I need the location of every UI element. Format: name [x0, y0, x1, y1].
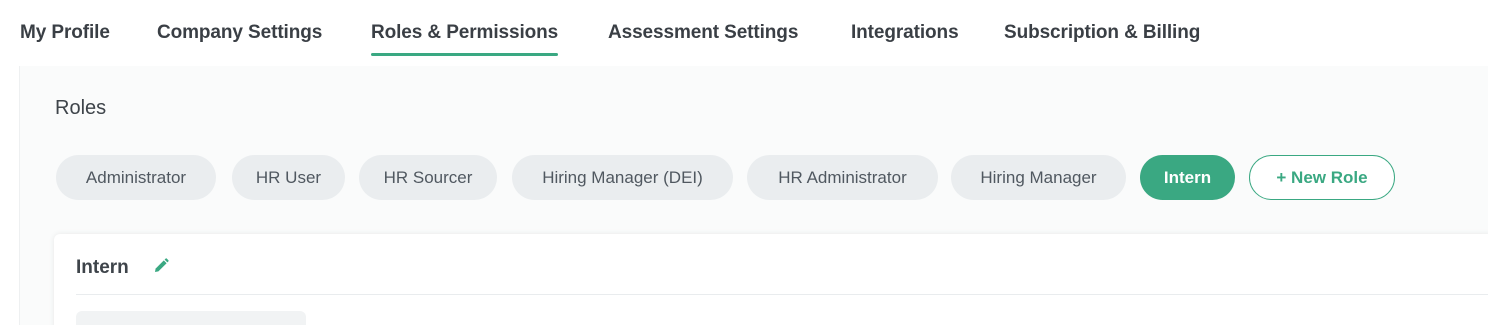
tab-integrations[interactable]: Integrations	[851, 22, 959, 44]
card-content-placeholder	[76, 311, 306, 325]
tab-subscription-billing[interactable]: Subscription & Billing	[1004, 22, 1200, 44]
tab-assessment-settings[interactable]: Assessment Settings	[608, 22, 798, 44]
role-chip-intern[interactable]: Intern	[1140, 155, 1235, 200]
card-divider	[76, 294, 1488, 295]
role-chip-hr-administrator[interactable]: HR Administrator	[747, 155, 938, 200]
pencil-icon[interactable]	[151, 256, 171, 276]
role-chip-hr-user[interactable]: HR User	[232, 155, 345, 200]
settings-tabs: My Profile Company Settings Roles & Perm…	[0, 0, 1488, 64]
role-chip-hr-sourcer[interactable]: HR Sourcer	[359, 155, 497, 200]
settings-page: My Profile Company Settings Roles & Perm…	[0, 0, 1488, 325]
roles-panel: Roles Administrator HR User HR Sourcer H…	[19, 66, 1488, 325]
role-chip-hiring-manager-dei[interactable]: Hiring Manager (DEI)	[512, 155, 733, 200]
tab-my-profile[interactable]: My Profile	[20, 22, 110, 44]
role-chip-administrator[interactable]: Administrator	[56, 155, 216, 200]
role-detail-card: Intern	[54, 234, 1488, 325]
tab-company-settings[interactable]: Company Settings	[157, 22, 322, 44]
new-role-button[interactable]: + New Role	[1249, 155, 1395, 200]
role-card-title: Intern	[76, 257, 129, 278]
roles-section-title: Roles	[55, 97, 107, 119]
role-chip-hiring-manager[interactable]: Hiring Manager	[951, 155, 1126, 200]
tab-roles-permissions[interactable]: Roles & Permissions	[371, 22, 559, 56]
